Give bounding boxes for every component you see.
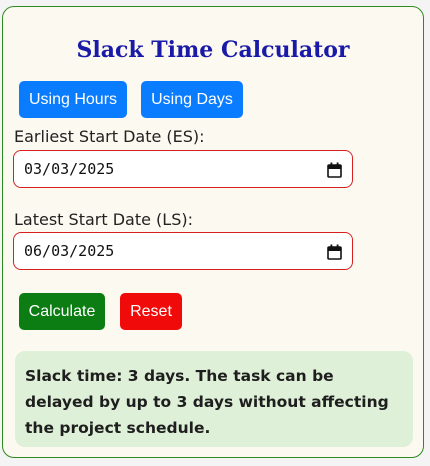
calculator-card: Slack Time Calculator Using Hours Using …: [2, 6, 424, 458]
es-date-value: 03/03/2025: [24, 160, 115, 178]
page-title: Slack Time Calculator: [76, 37, 350, 63]
reset-button[interactable]: Reset: [120, 293, 182, 330]
result-panel: Slack time: 3 days. The task can be dela…: [15, 351, 413, 447]
using-hours-button[interactable]: Using Hours: [19, 81, 127, 118]
es-label: Earliest Start Date (ES):: [14, 127, 205, 146]
result-text: Slack time: 3 days. The task can be dela…: [25, 367, 389, 437]
calendar-icon[interactable]: [327, 162, 342, 178]
calculate-button[interactable]: Calculate: [19, 293, 105, 330]
calendar-icon[interactable]: [327, 244, 342, 260]
es-date-input[interactable]: 03/03/2025: [13, 150, 353, 188]
ls-date-value: 06/03/2025: [24, 242, 115, 260]
ls-date-input[interactable]: 06/03/2025: [13, 232, 353, 270]
using-days-button[interactable]: Using Days: [141, 81, 243, 118]
ls-label: Latest Start Date (LS):: [14, 210, 193, 229]
